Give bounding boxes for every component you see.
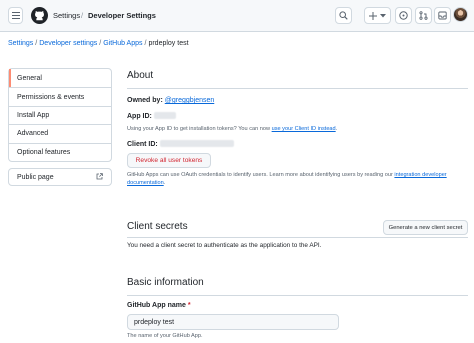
basic-info-heading: Basic information [127, 277, 204, 288]
pull-request-icon [419, 11, 428, 20]
issues-button[interactable] [395, 7, 412, 24]
breadcrumb-separator: / [99, 40, 102, 47]
client-id-row: Client ID: [127, 140, 234, 148]
app-name-hint: The name of your GitHub App. [127, 333, 203, 339]
integration-docs-link[interactable]: integration developer [394, 172, 446, 178]
search-button[interactable] [335, 7, 352, 24]
app-id-hint-text: Using your App ID to get installation to… [127, 126, 271, 132]
oauth-info: GitHub Apps can use OAuth credentials to… [127, 172, 447, 178]
sidebar-item-general[interactable]: General [9, 69, 111, 88]
sidebar-item-label: Public page [17, 173, 54, 181]
issue-icon [399, 11, 408, 20]
header-crumb-settings[interactable]: Settings [53, 11, 80, 20]
client-secrets-description: You need a client secret to authenticate… [127, 242, 322, 249]
breadcrumb-github-apps[interactable]: GitHub Apps [103, 40, 142, 47]
app-id-hint-suffix: . [335, 126, 338, 132]
menu-button[interactable] [8, 7, 23, 24]
owned-by-label: Owned by: [127, 97, 163, 104]
breadcrumb-current: prdeploy test [148, 40, 189, 47]
triangle-down-icon [380, 13, 386, 17]
revoke-tokens-button[interactable]: Revoke all user tokens [127, 153, 211, 168]
github-logo[interactable] [31, 7, 48, 24]
about-heading: About [127, 70, 154, 81]
owner-link[interactable]: @greggbjensen [165, 97, 215, 104]
app-name-label: GitHub App name [127, 302, 186, 309]
sidebar-item-label: Install App [17, 111, 50, 119]
app-name-input[interactable]: prdeploy test [127, 314, 339, 330]
menu-icon [11, 12, 20, 19]
sidebar-item-label: Permissions & events [17, 93, 85, 101]
app-id-value-redacted [153, 112, 176, 119]
plus-icon [369, 11, 377, 20]
avatar[interactable] [453, 7, 468, 22]
breadcrumb-separator: / [144, 40, 147, 47]
generate-client-secret-button[interactable]: Generate a new client secret [383, 220, 468, 235]
sidebar-item-label: General [17, 74, 42, 82]
sidebar-item-optional-features[interactable]: Optional features [9, 142, 111, 161]
app-id-hint: Using your App ID to get installation to… [127, 126, 337, 132]
client-secrets-divider [127, 237, 468, 238]
integration-docs-link-cont[interactable]: documentation [127, 180, 164, 186]
pull-requests-button[interactable] [415, 7, 432, 24]
client-id-value-redacted [159, 140, 234, 147]
app-name-label-row: GitHub App name * [127, 302, 191, 309]
oauth-info-text: GitHub Apps can use OAuth credentials to… [127, 172, 393, 178]
sidebar-item-label: Advanced [17, 130, 49, 138]
app-name-input-value: prdeploy test [134, 318, 175, 326]
sidebar-item-label: Optional features [17, 148, 71, 156]
sidebar-item-install-app[interactable]: Install App [9, 105, 111, 124]
header-crumb-separator: / [81, 11, 84, 20]
breadcrumb-settings[interactable]: Settings [8, 40, 33, 47]
client-id-label: Client ID: [127, 141, 158, 148]
client-id-instead-link[interactable]: use your Client ID instead [272, 126, 336, 132]
required-mark: * [187, 302, 191, 309]
global-header: Settings / Developer Settings [0, 0, 474, 32]
about-divider [127, 88, 468, 89]
breadcrumb-developer-settings[interactable]: Developer settings [39, 40, 97, 47]
inbox-icon [438, 11, 447, 20]
oauth-info-line2: documentation. [127, 180, 165, 186]
oauth-info-suffix: . [163, 180, 166, 186]
app-id-label: App ID: [127, 113, 152, 120]
basic-info-divider [127, 295, 468, 296]
inbox-button[interactable] [434, 7, 451, 24]
breadcrumb-separator: / [35, 40, 38, 47]
client-secrets-heading: Client secrets [127, 221, 188, 232]
sidebar-item-public-page[interactable]: Public page [8, 168, 112, 186]
sidebar-item-advanced[interactable]: Advanced [9, 124, 111, 142]
create-new-button[interactable] [364, 7, 391, 24]
header-crumb-developer-settings[interactable]: Developer Settings [88, 11, 156, 20]
settings-sidebar: General Permissions & events Install App… [8, 68, 112, 162]
search-icon [339, 11, 348, 20]
sidebar-item-permissions-events[interactable]: Permissions & events [9, 87, 111, 105]
breadcrumb: Settings / Developer settings / GitHub Apps /… [8, 40, 189, 47]
app-id-row: App ID: [127, 112, 176, 120]
external-link-icon [96, 173, 103, 180]
owned-by-row: Owned by: @greggbjensen [127, 97, 214, 104]
